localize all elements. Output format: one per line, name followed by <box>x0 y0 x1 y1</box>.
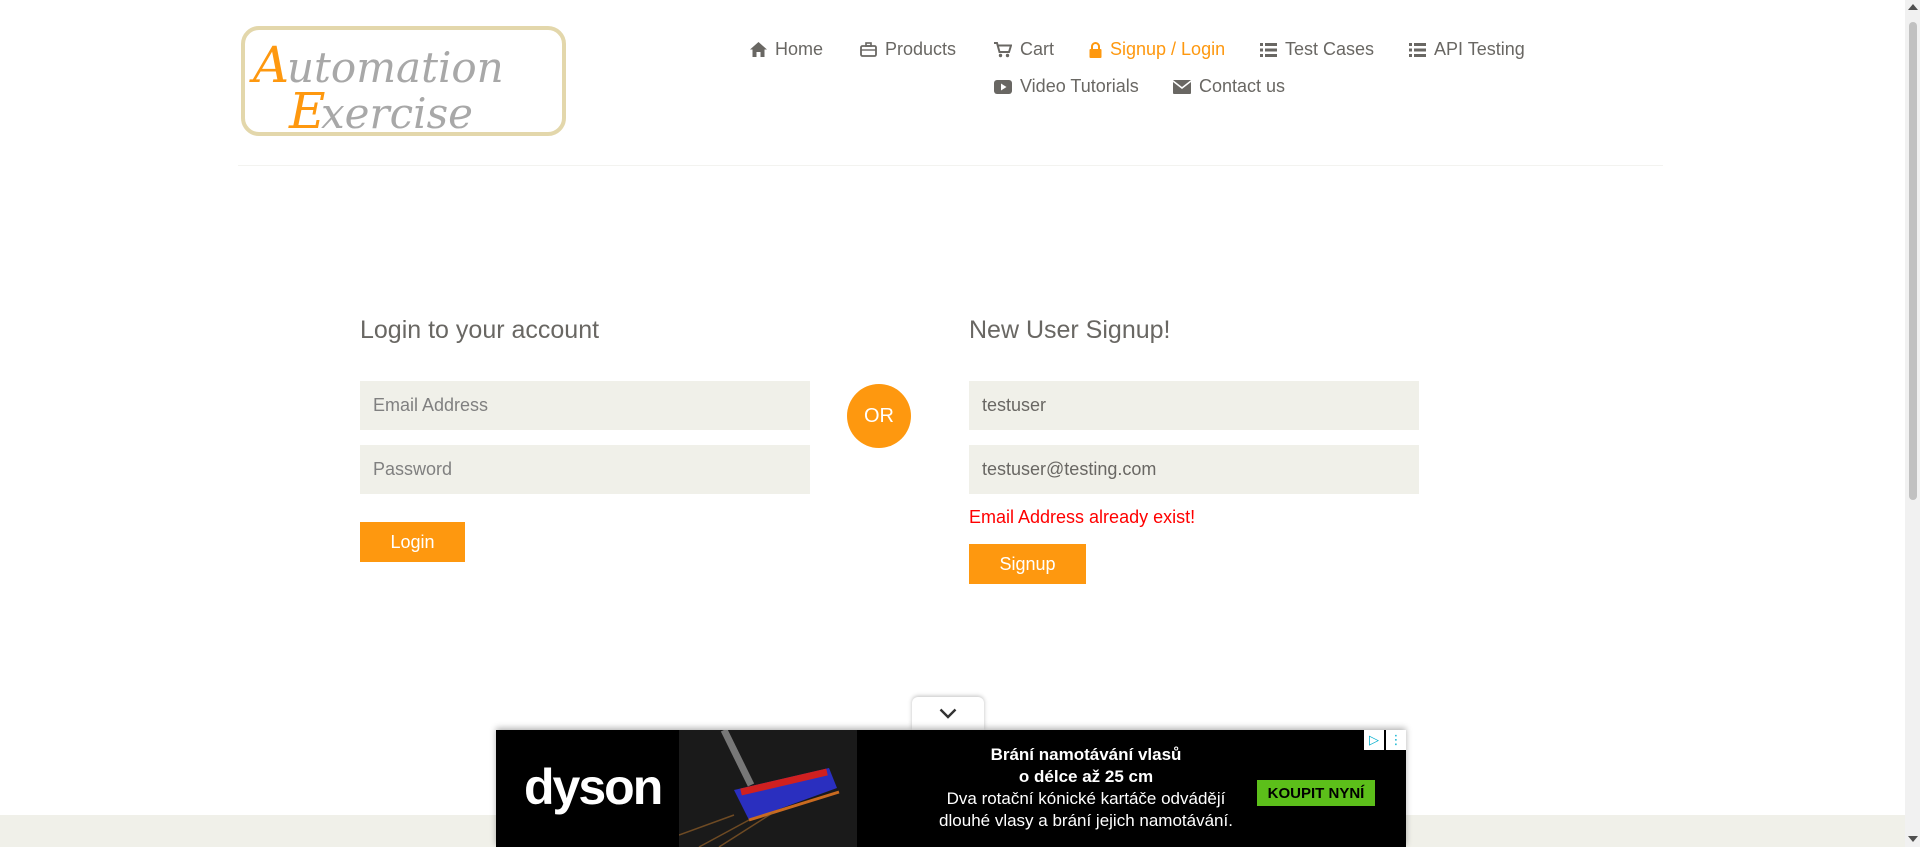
briefcase-icon <box>860 42 877 57</box>
login-email-input[interactable]: Email Address <box>360 381 810 430</box>
adchoices-icon[interactable]: ▷ <box>1364 730 1384 750</box>
signup-error-message: Email Address already exist! <box>969 507 1196 527</box>
cart-icon <box>994 41 1012 57</box>
page-scrollbar[interactable] <box>1905 0 1920 847</box>
or-divider: OR <box>847 384 911 448</box>
login-password-input[interactable]: Password <box>360 445 810 494</box>
vacuum-product-image <box>679 730 857 847</box>
scroll-up-arrow[interactable] <box>1908 4 1918 10</box>
nav-test-cases-label: Test Cases <box>1285 39 1375 59</box>
ad-line-4: dlouhé vlasy a brání jejich namotávání. <box>939 811 1233 830</box>
logo-word-2: xercise <box>321 89 473 138</box>
nav-home[interactable]: Home <box>750 39 823 60</box>
ad-line-3: Dva rotační kónické kartáče odvádějí <box>946 789 1226 808</box>
home-icon <box>750 42 767 57</box>
advertisement-banner[interactable]: dyson Brání namotávání vlasů o délce až … <box>496 730 1406 847</box>
nav-cart-label: Cart <box>1020 39 1055 59</box>
nav-video-tutorials[interactable]: Video Tutorials <box>994 76 1139 97</box>
nav-contact-us[interactable]: Contact us <box>1173 76 1285 97</box>
signup-email-input[interactable]: testuser@testing.com <box>969 445 1419 494</box>
ad-brand: dyson <box>524 759 663 815</box>
main-nav: Home Products Cart Signup / Login Test C… <box>740 36 1540 106</box>
logo-graphic: A utomation E xercise <box>249 36 504 140</box>
login-title: Login to your account <box>360 316 600 344</box>
logo-initial-a: A <box>249 36 289 94</box>
signup-button[interactable]: Signup <box>969 544 1086 584</box>
nav-api-testing-label: API Testing <box>1434 39 1525 59</box>
nav-cart[interactable]: Cart <box>994 39 1054 60</box>
ad-badges: ▷ ⋮ <box>1362 730 1406 750</box>
logo-initial-e: E <box>288 82 326 140</box>
lock-icon <box>1089 41 1102 58</box>
site-logo[interactable]: A utomation E xercise <box>241 26 566 140</box>
ad-line-1: Brání namotávání vlasů <box>990 745 1182 764</box>
ad-copy: Brání namotávání vlasů o délce až 25 cm … <box>896 744 1276 832</box>
nav-signup-login[interactable]: Signup / Login <box>1089 39 1225 60</box>
ad-cta-button[interactable]: KOUPIT NYNÍ <box>1257 780 1375 806</box>
nav-api-testing[interactable]: API Testing <box>1409 39 1525 60</box>
scroll-thumb[interactable] <box>1909 22 1917 500</box>
login-button[interactable]: Login <box>360 522 465 562</box>
nav-test-cases[interactable]: Test Cases <box>1260 39 1374 60</box>
signup-title: New User Signup! <box>969 316 1171 344</box>
envelope-icon <box>1173 79 1191 94</box>
chevron-down-icon <box>939 708 957 719</box>
ad-collapse-toggle[interactable] <box>912 697 984 730</box>
list-icon <box>1409 42 1426 57</box>
ad-line-2: o délce až 25 cm <box>1018 767 1154 786</box>
nav-signup-login-label: Signup / Login <box>1110 39 1226 59</box>
nav-contact-us-label: Contact us <box>1199 76 1286 96</box>
list-icon <box>1260 42 1277 57</box>
scroll-down-arrow[interactable] <box>1908 836 1918 842</box>
header-divider <box>238 165 1663 166</box>
nav-products-label: Products <box>885 39 957 59</box>
ad-options-icon[interactable]: ⋮ <box>1386 730 1406 750</box>
signup-name-input[interactable]: testuser <box>969 381 1419 430</box>
nav-home-label: Home <box>775 39 824 59</box>
nav-products[interactable]: Products <box>860 39 956 60</box>
nav-video-tutorials-label: Video Tutorials <box>1020 76 1139 96</box>
youtube-icon <box>994 79 1012 94</box>
